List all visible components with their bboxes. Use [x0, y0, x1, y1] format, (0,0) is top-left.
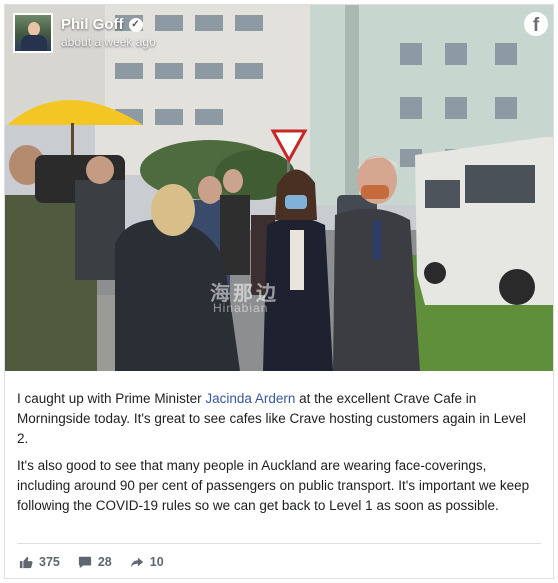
- post-body: I caught up with Prime Minister Jacinda …: [17, 389, 537, 523]
- thumbs-up-icon: [19, 556, 33, 569]
- comment-count: 28: [97, 555, 112, 569]
- comment-button[interactable]: 28: [78, 555, 112, 569]
- post-timestamp[interactable]: about a week ago: [61, 35, 156, 49]
- photo-scene: [5, 5, 553, 371]
- like-button[interactable]: 375: [19, 555, 60, 569]
- share-arrow-icon: [130, 557, 143, 568]
- post-paragraph: I caught up with Prime Minister Jacinda …: [17, 389, 537, 449]
- divider: [17, 543, 541, 544]
- paragraph-text: I caught up with Prime Minister: [17, 391, 206, 406]
- author-name[interactable]: Phil Goff: [61, 16, 124, 33]
- author-info: Phil Goff ✓ about a week ago: [61, 13, 156, 49]
- mention-link[interactable]: Jacinda Ardern: [205, 391, 295, 406]
- facebook-icon[interactable]: f: [524, 12, 548, 36]
- share-count: 10: [149, 555, 164, 569]
- facebook-post-card: 海那边 Hinabian Phil Goff ✓ about a week ag…: [4, 4, 554, 579]
- post-actions: 375 28 10: [19, 551, 182, 573]
- post-photo[interactable]: 海那边 Hinabian Phil Goff ✓ about a week ag…: [5, 5, 553, 371]
- author-avatar[interactable]: [13, 13, 53, 53]
- post-paragraph: It's also good to see that many people i…: [17, 458, 530, 513]
- watermark-subtext: Hinabian: [213, 301, 269, 315]
- comment-icon: [78, 556, 91, 569]
- share-button[interactable]: 10: [130, 555, 164, 569]
- post-header: Phil Goff ✓ about a week ago: [13, 13, 156, 57]
- verified-badge-icon: ✓: [128, 17, 143, 32]
- like-count: 375: [39, 555, 60, 569]
